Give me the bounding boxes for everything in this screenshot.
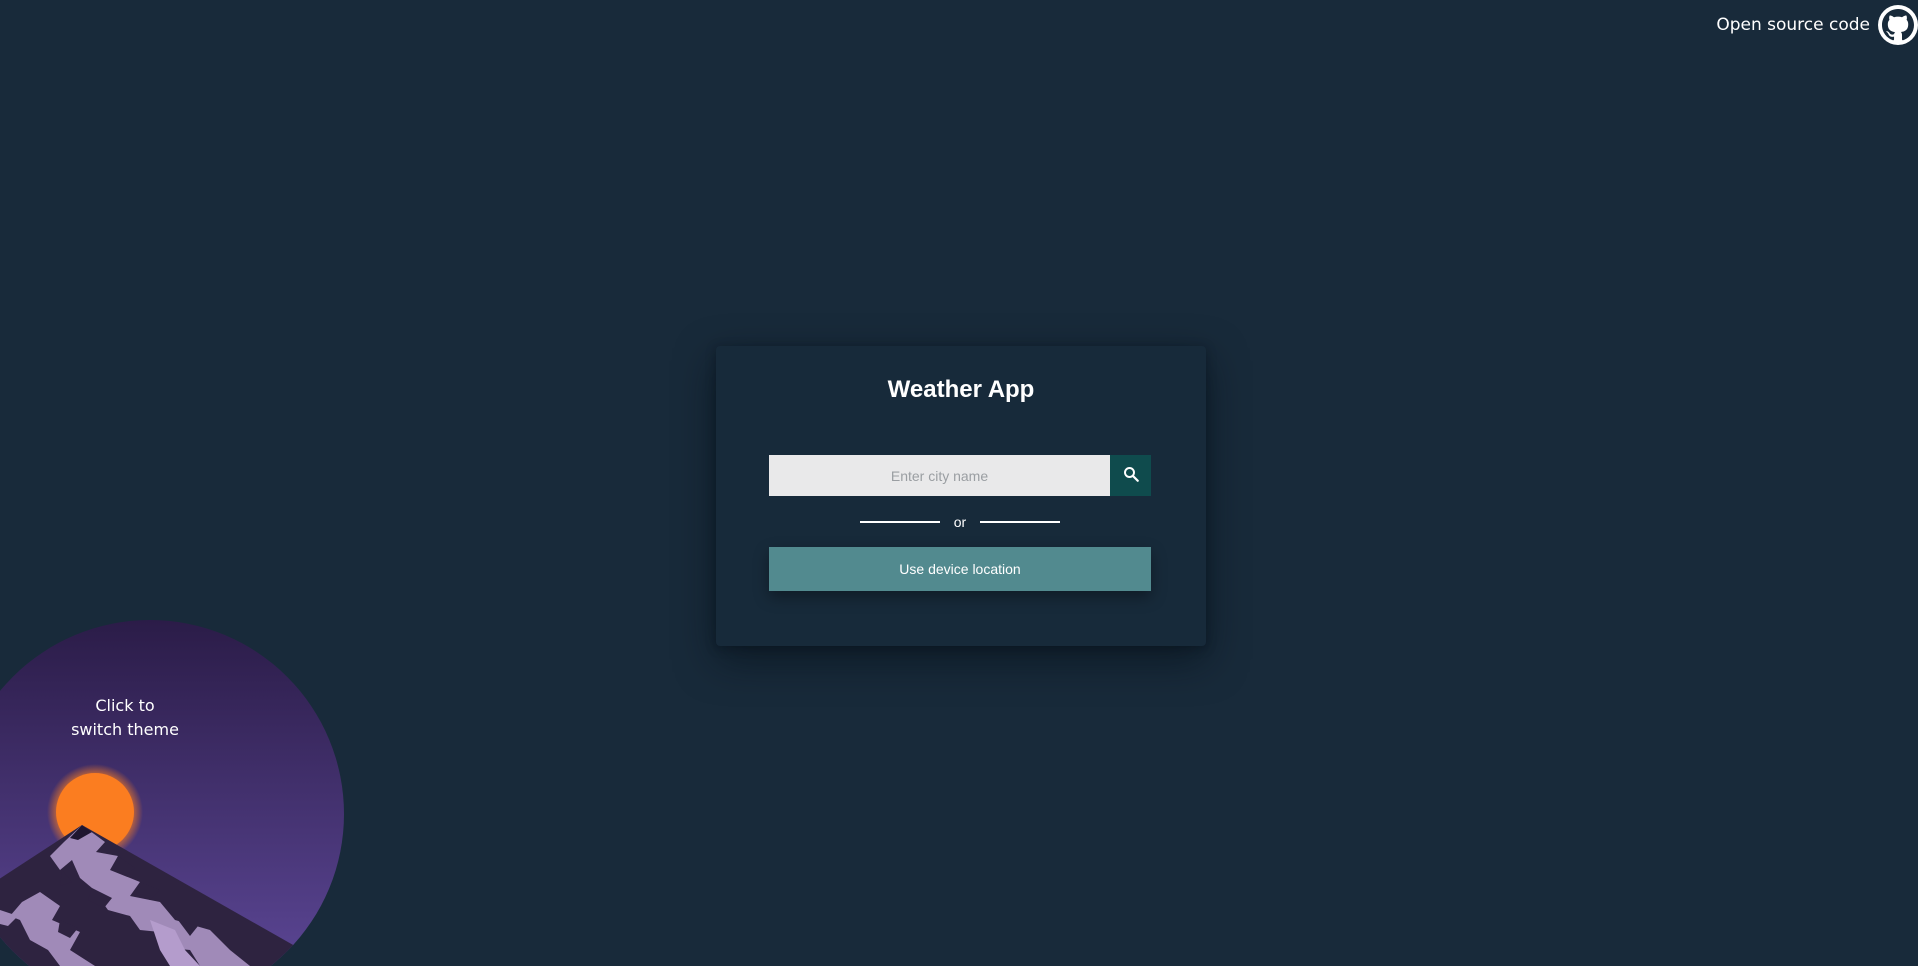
city-search-input[interactable]: [769, 455, 1110, 496]
divider-line-left: [859, 521, 940, 523]
search-bar: [769, 455, 1151, 496]
use-device-location-button[interactable]: Use device location: [769, 547, 1151, 591]
divider-text: or: [953, 514, 967, 530]
theme-switch-button[interactable]: Click to switch theme: [0, 620, 346, 966]
theme-hint-line-2: switch theme: [71, 720, 179, 739]
divider-line-right: [980, 521, 1061, 523]
search-icon: [1122, 465, 1140, 486]
app-title: Weather App: [887, 376, 1035, 403]
search-button[interactable]: [1110, 455, 1151, 496]
github-icon[interactable]: [1878, 5, 1918, 45]
theme-hint-line-1: Click to: [95, 696, 155, 715]
search-card: Weather App or Use device location: [716, 346, 1206, 646]
theme-switch-hint: Click to switch theme: [60, 694, 190, 742]
sunset-mountain-icon: [0, 620, 344, 966]
open-source-link[interactable]: Open source code: [1716, 5, 1918, 45]
or-divider: or: [769, 512, 1151, 532]
open-source-label: Open source code: [1716, 15, 1870, 35]
